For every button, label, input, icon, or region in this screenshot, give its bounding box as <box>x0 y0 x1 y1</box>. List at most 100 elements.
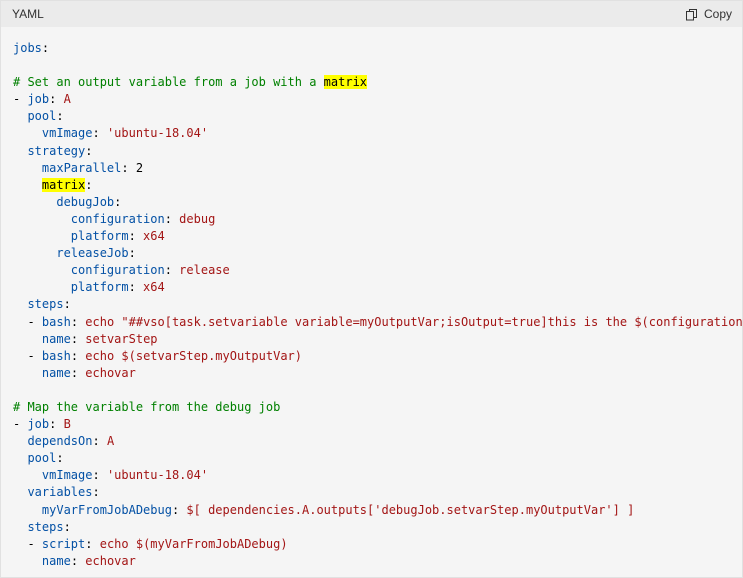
code-line: jobs: <box>13 41 49 55</box>
search-highlight: matrix <box>323 75 368 90</box>
code-line: - bash: echo $(setvarStep.myOutputVar) <box>13 349 302 363</box>
code-line: dependsOn: A <box>13 434 114 448</box>
code-key: dependsOn <box>27 434 93 449</box>
code-text: : <box>49 417 64 432</box>
code-text: : <box>63 297 71 312</box>
code-value: $[ dependencies.A.outputs['debugJob.setv… <box>186 502 635 517</box>
code-content[interactable]: jobs: # Set an output variable from a jo… <box>13 40 742 570</box>
code-line: configuration: debug <box>13 211 216 226</box>
code-line: maxParallel: 2 <box>13 161 143 175</box>
code-line: platform: x64 <box>13 229 165 243</box>
code-line: variables: <box>13 485 99 499</box>
code-line: - bash: echo "##vso[task.setvariable var… <box>13 314 742 329</box>
code-text: : <box>114 194 122 209</box>
code-text: - <box>13 536 42 551</box>
code-block: YAML Copy jobs: # Set an output variable… <box>0 0 743 578</box>
code-value: A <box>106 434 115 449</box>
code-text: : <box>85 143 93 158</box>
code-line: releaseJob: <box>13 246 136 261</box>
code-value: x64 <box>143 280 165 295</box>
code-text: : <box>92 126 107 141</box>
code-line: pool: <box>13 109 63 124</box>
code-line: # Map the variable from the debug job <box>13 400 280 414</box>
code-key: jobs <box>13 41 42 55</box>
code-text: : 2 <box>121 160 144 175</box>
code-text: : <box>128 280 144 295</box>
code-value: 'ubuntu-18.04' <box>106 468 209 483</box>
code-text: - <box>13 92 28 107</box>
code-key: platform <box>70 280 129 295</box>
code-key: script <box>41 536 86 551</box>
code-line: - job: B <box>13 417 71 431</box>
code-text: - <box>13 417 28 432</box>
code-line: debugJob: <box>13 195 121 209</box>
code-block-header: YAML Copy <box>1 1 742 27</box>
code-line: - script: echo $(myVarFromJobADebug) <box>13 536 287 551</box>
code-comment: # Map the variable from the debug job <box>13 399 281 414</box>
code-text: : <box>128 246 136 261</box>
code-text: : <box>70 553 86 568</box>
code-key: pool <box>27 451 57 466</box>
code-key: platform <box>70 229 129 244</box>
code-key: maxParallel <box>41 160 122 175</box>
code-value: x64 <box>143 229 165 244</box>
code-key: strategy <box>27 143 86 158</box>
code-line: strategy: <box>13 144 92 158</box>
code-line: name: echovar <box>13 366 136 380</box>
code-line: myVarFromJobADebug: $[ dependencies.A.ou… <box>13 503 634 517</box>
code-key: configuration <box>70 211 165 226</box>
copy-button[interactable]: Copy <box>685 7 732 21</box>
code-text: : <box>56 451 64 466</box>
code-text: : <box>85 536 100 551</box>
code-value: setvarStep <box>85 331 158 346</box>
code-text: : <box>41 41 50 55</box>
code-line: vmImage: 'ubuntu-18.04' <box>13 126 208 140</box>
code-line: platform: x64 <box>13 280 165 294</box>
code-text: : <box>171 502 187 517</box>
copy-icon <box>685 8 698 21</box>
code-key: name <box>41 365 71 380</box>
code-line: - job: A <box>13 92 71 106</box>
code-line: name: echovar <box>13 554 136 568</box>
code-comment: # Set an output variable from a job with… <box>13 75 324 90</box>
code-text: : <box>92 468 107 483</box>
code-line: matrix: <box>13 177 93 192</box>
code-line: pool: <box>13 451 64 466</box>
code-line: steps: <box>13 520 70 534</box>
code-key: job <box>27 92 50 107</box>
code-key: name <box>41 553 71 568</box>
code-value: 'ubuntu-18.04' <box>106 126 209 141</box>
code-line: name: setvarStep <box>13 332 158 346</box>
code-value: release <box>179 263 230 278</box>
code-text: : <box>164 211 180 226</box>
code-text: - <box>13 314 42 329</box>
code-key: steps <box>27 297 64 312</box>
code-value: A <box>63 92 71 107</box>
code-text: : <box>85 177 93 192</box>
code-value: debug <box>179 211 216 226</box>
code-value: echo $(setvarStep.myOutputVar) <box>85 348 303 363</box>
code-key: pool <box>27 109 57 124</box>
code-line: steps: <box>13 297 71 312</box>
code-text: : <box>70 348 86 363</box>
code-text: : <box>70 314 86 329</box>
code-text: : <box>70 365 86 380</box>
code-line: configuration: release <box>13 263 230 277</box>
